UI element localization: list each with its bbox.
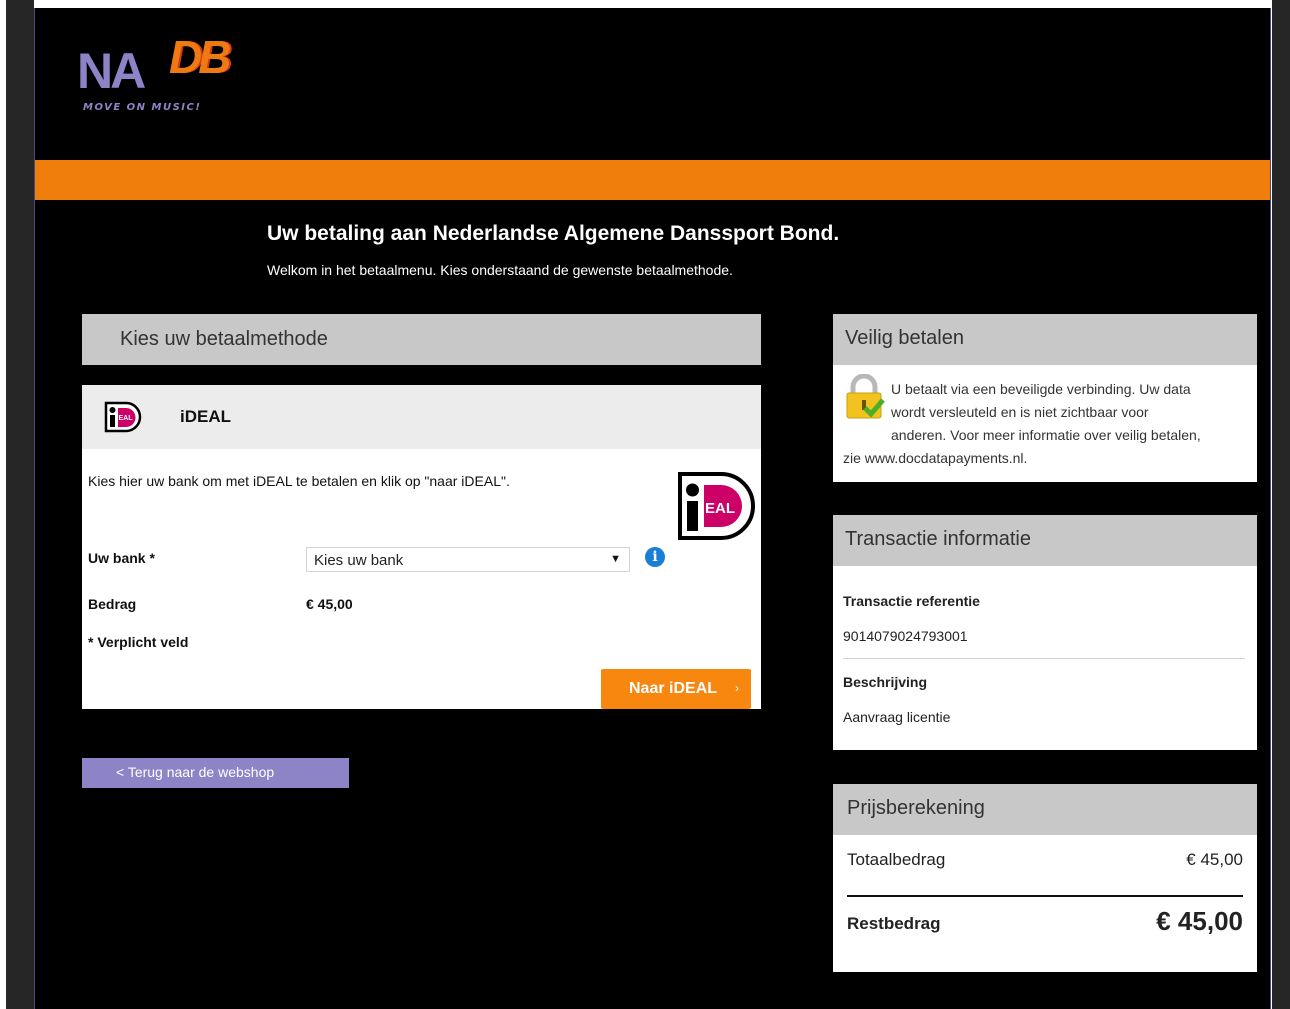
ideal-instruction: Kies hier uw bank om met iDEAL te betale… — [88, 473, 510, 489]
total-amount-value: € 45,00 — [1186, 850, 1243, 869]
logo-db-text: DB — [169, 31, 231, 83]
chevron-right-icon: › — [735, 681, 739, 695]
payment-page: NA DB MOVE ON MUSIC! Uw betaling aan Ned… — [34, 8, 1271, 1009]
page-title: Uw betaling aan Nederlandse Algemene Dan… — [267, 222, 840, 245]
ideal-logo-icon: EAL — [678, 472, 755, 540]
transaction-ref-label: Transactie referentie — [843, 593, 980, 609]
secure-panel-title: Veilig betalen — [845, 327, 964, 349]
description-value: Aanvraag licentie — [843, 709, 951, 725]
info-icon[interactable]: i — [645, 547, 665, 567]
ideal-small-icon: EAL — [104, 401, 142, 433]
price-calculation-panel: Prijsberekening Totaalbedrag € 45,00 Res… — [833, 784, 1257, 972]
price-panel-title: Prijsberekening — [847, 797, 985, 819]
transaction-info-panel: Transactie informatie Transactie referen… — [833, 515, 1257, 750]
remaining-amount-label: Restbedrag — [847, 914, 941, 933]
transaction-panel-title: Transactie informatie — [845, 528, 1031, 550]
ideal-payment-box: EAL iDEAL Kies hier uw bank om met iDEAL… — [82, 385, 761, 709]
amount-label: Bedrag — [88, 596, 137, 612]
window-frame-left — [6, 0, 34, 1009]
description-label: Beschrijving — [843, 674, 928, 690]
ideal-method-header[interactable]: EAL iDEAL — [82, 385, 761, 449]
secure-payment-panel: Veilig betalen U betaalt via een beveili… — [833, 314, 1257, 482]
payment-method-title: Kies uw betaalmethode — [120, 328, 328, 350]
svg-text:EAL: EAL — [119, 415, 134, 422]
bank-label: Uw bank * — [88, 550, 155, 566]
window-frame-right — [1272, 0, 1290, 1009]
page-subtitle: Welkom in het betaalmenu. Kies onderstaa… — [267, 262, 733, 278]
transaction-ref-value: 9014079024793001 — [843, 628, 968, 644]
naar-ideal-label: Naar iDEAL — [629, 680, 718, 697]
price-divider — [847, 895, 1243, 897]
total-amount-label: Totaalbedrag — [847, 850, 946, 869]
secure-line-4: zie www.docdatapayments.nl. — [843, 450, 1028, 466]
payment-method-header: Kies uw betaalmethode — [82, 314, 761, 365]
secure-line-1: U betaalt via een beveiligde verbinding.… — [891, 381, 1191, 397]
transaction-divider — [843, 658, 1245, 659]
back-to-webshop-label: < Terug naar de webshop — [116, 764, 275, 780]
secure-panel-header: Veilig betalen — [833, 314, 1257, 365]
naar-ideal-button[interactable]: Naar iDEAL › — [601, 669, 751, 709]
orange-header-bar — [35, 160, 1270, 200]
secure-description: U betaalt via een beveiligde verbinding.… — [843, 378, 1243, 470]
svg-text:EAL: EAL — [705, 500, 735, 517]
price-panel-header: Prijsberekening — [833, 784, 1257, 835]
required-field-note: * Verplicht veld — [88, 634, 189, 650]
secure-line-2: wordt versleuteld en is niet zichtbaar v… — [891, 404, 1149, 420]
logo-tagline: MOVE ON MUSIC! — [83, 102, 202, 113]
nadb-logo[interactable]: NA DB MOVE ON MUSIC! — [77, 32, 247, 122]
remaining-amount-value: € 45,00 — [1156, 906, 1243, 936]
back-to-webshop-button[interactable]: < Terug naar de webshop — [82, 758, 349, 788]
dropdown-arrow-icon: ▼ — [610, 553, 621, 565]
bank-select[interactable]: Kies uw bank ▼ — [306, 547, 630, 572]
secure-line-3: anderen. Voor meer informatie over veili… — [891, 427, 1201, 443]
logo-na-text: NA — [77, 43, 146, 99]
transaction-panel-header: Transactie informatie — [833, 515, 1257, 566]
amount-value: € 45,00 — [306, 596, 353, 612]
bank-select-value: Kies uw bank — [314, 552, 404, 569]
ideal-method-label: iDEAL — [180, 407, 231, 426]
